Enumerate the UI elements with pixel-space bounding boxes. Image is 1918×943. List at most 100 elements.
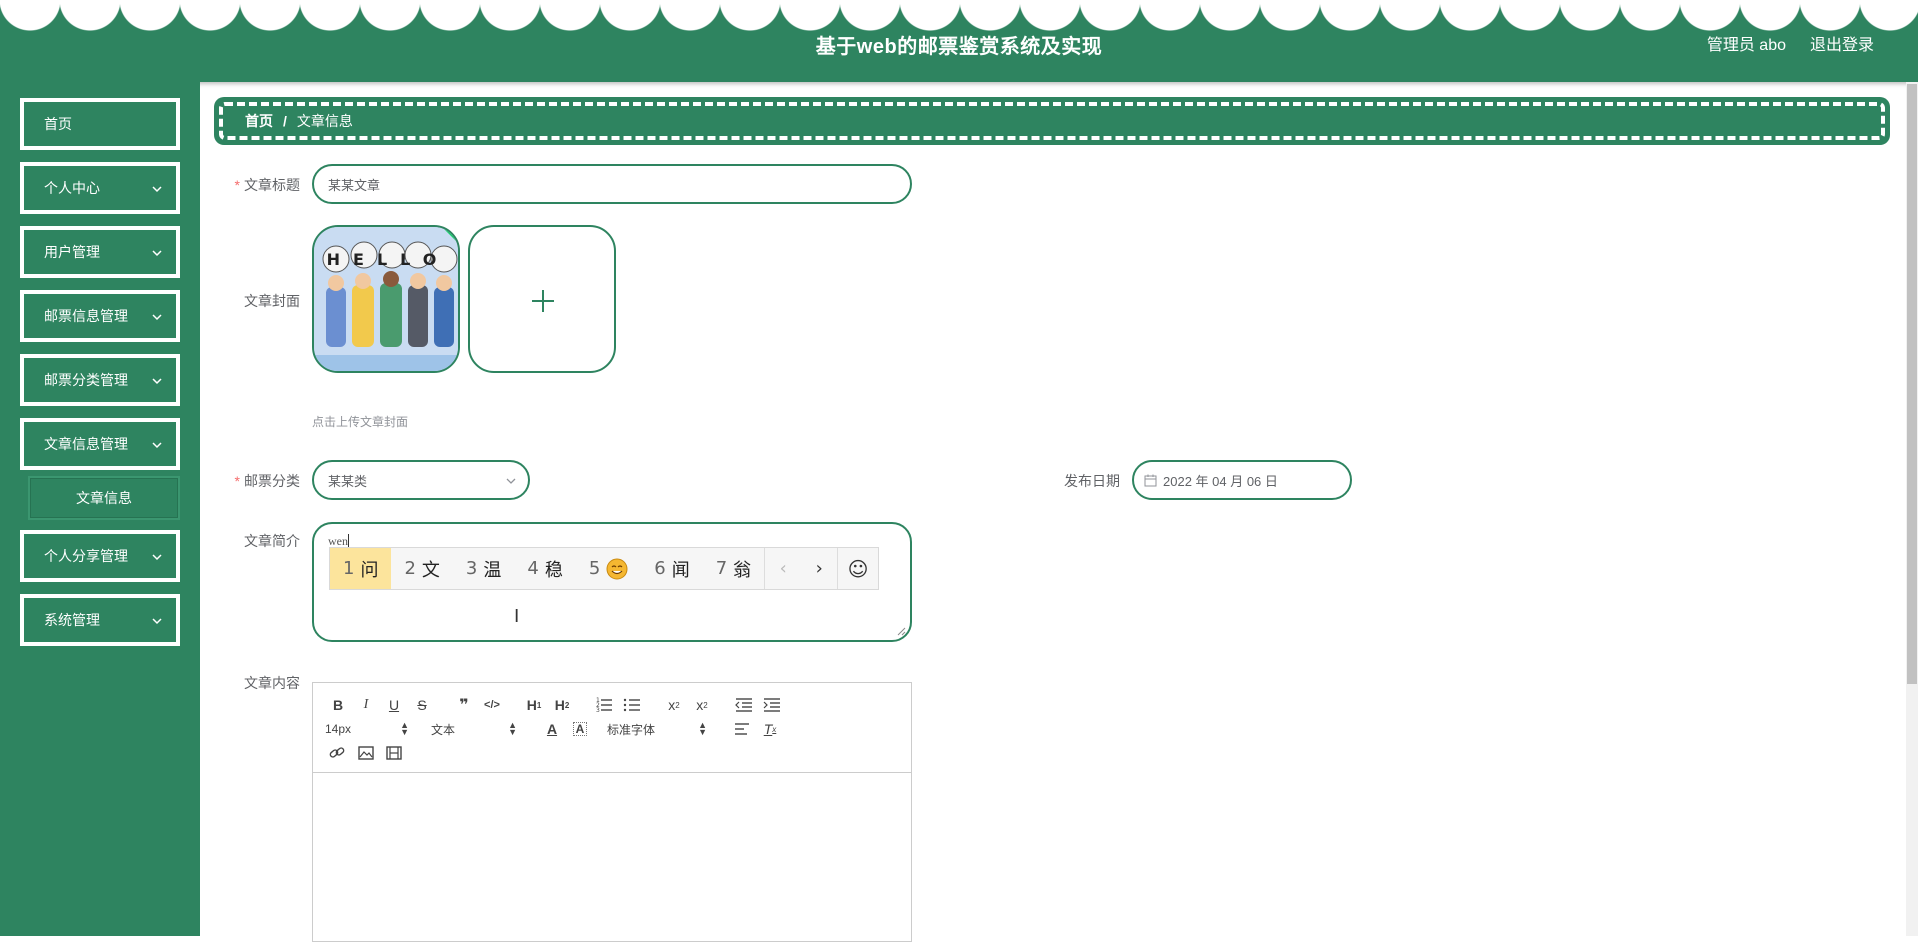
sidebar-item-personal-center[interactable]: 个人中心 [20, 162, 180, 214]
mouse-ibeam-cursor-icon: I [514, 606, 520, 627]
calendar-icon [1144, 474, 1157, 486]
rich-text-editor: B I U S ❞ </> H1 H2 1 2 3 x 2 x 2 14px ▲… [312, 682, 912, 942]
ime-candidate-4[interactable]: 4稳 [514, 548, 575, 589]
ime-candidate-3[interactable]: 3温 [453, 548, 514, 589]
toolbar-row-2: 14px ▲ ▼ 文本 ▲ ▼ A A 标准字体 ▲ ▼ Tx [325, 717, 899, 741]
article-content-label-text: 文章内容 [244, 675, 300, 691]
chevron-down-icon [152, 554, 162, 561]
page-scrollbar-thumb[interactable] [1907, 84, 1917, 684]
superscript-icon[interactable]: x2 [689, 694, 715, 716]
smiling-face-emoji-icon [606, 558, 628, 579]
publish-date-picker[interactable]: 2022 年 04 月 06 日 [1132, 460, 1352, 500]
video-icon[interactable] [381, 742, 407, 764]
ime-candidate-2[interactable]: 2文 [391, 548, 452, 589]
ime-candidate-number: 1 [343, 558, 355, 579]
resize-handle-icon[interactable] [896, 626, 906, 636]
select-arrows-icon: ▲ ▼ [508, 720, 517, 737]
stamp-category-select[interactable]: 某某类 [312, 460, 530, 500]
sidebar-item-stamp-category-management[interactable]: 邮票分类管理 [20, 354, 180, 406]
ime-candidate-text: 稳 [544, 559, 563, 581]
ime-candidate-number: 2 [404, 558, 416, 579]
article-title-value: 某某文章 [328, 177, 381, 193]
sidebar: 首页 个人中心 用户管理 邮票信息管理 邮票分类管理 文章信息管理 文章信息 个… [0, 82, 200, 936]
sidebar-item-system-management[interactable]: 系统管理 [20, 594, 180, 646]
stamp-category-label: * 邮票分类 [180, 471, 300, 491]
ime-candidate-text: 翁 [733, 559, 752, 581]
select-arrows-icon: ▲ ▼ [400, 720, 409, 737]
ime-candidate-bar: 1问 2文 3温 4稳 5 6闻 7翁 ‹ › ☺ [329, 547, 879, 590]
sidebar-subitem-article-info[interactable]: 文章信息 [28, 476, 180, 520]
ime-prev-page-icon[interactable]: ‹ [765, 558, 801, 579]
ime-candidate-6[interactable]: 6闻 [641, 548, 702, 589]
stamp-category-value: 某某类 [328, 473, 368, 489]
subscript-icon[interactable]: x2 [661, 694, 687, 716]
ime-candidate-7[interactable]: 7翁 [703, 548, 764, 589]
outdent-icon[interactable] [731, 694, 757, 716]
indent-icon[interactable] [759, 694, 785, 716]
align-left-icon[interactable] [729, 718, 755, 740]
site-title: 基于web的邮票鉴赏系统及实现 [815, 36, 1103, 58]
font-color-icon[interactable]: A [539, 718, 565, 740]
ime-candidate-number: 6 [654, 558, 666, 579]
ime-candidate-1[interactable]: 1问 [330, 548, 392, 589]
italic-icon[interactable]: I [353, 694, 379, 716]
article-summary-value: wen [328, 534, 348, 548]
sidebar-item-label: 个人中心 [44, 180, 100, 196]
scallop-decoration [0, 0, 1918, 34]
stamp-category-label-text: 邮票分类 [244, 473, 300, 489]
sidebar-item-label: 个人分享管理 [44, 548, 128, 564]
editor-content-area[interactable] [313, 773, 911, 943]
sidebar-item-user-management[interactable]: 用户管理 [20, 226, 180, 278]
ime-candidate-text: 闻 [671, 559, 690, 581]
breadcrumb-home-link[interactable]: 首页 [245, 111, 273, 131]
block-type-select[interactable]: 文本 ▲ ▼ [431, 718, 523, 740]
header-2-icon[interactable]: H2 [549, 694, 575, 716]
clear-format-icon[interactable]: Tx [757, 718, 783, 740]
background-color-icon[interactable]: A [573, 722, 587, 736]
logout-button[interactable]: 退出登录 [1810, 31, 1874, 55]
svg-text:3: 3 [596, 707, 600, 714]
cover-image-text: HELLO [327, 250, 450, 269]
sidebar-item-stamp-info-management[interactable]: 邮票信息管理 [20, 290, 180, 342]
ime-candidate-text: 问 [360, 559, 379, 581]
sidebar-item-personal-share-management[interactable]: 个人分享管理 [20, 530, 180, 582]
font-size-select[interactable]: 14px ▲ ▼ [325, 718, 415, 740]
cover-thumbnail[interactable]: HELLO [312, 225, 460, 373]
breadcrumb-current: 文章信息 [296, 113, 353, 129]
strikethrough-icon[interactable]: S [409, 694, 435, 716]
sidebar-item-article-management[interactable]: 文章信息管理 [20, 418, 180, 470]
image-icon[interactable] [353, 742, 379, 764]
publish-date-label-text: 发布日期 [1064, 473, 1120, 489]
sidebar-item-home[interactable]: 首页 [20, 98, 180, 150]
ordered-list-icon[interactable]: 1 2 3 [591, 694, 617, 716]
select-arrows-icon: ▲ ▼ [698, 720, 707, 737]
blockquote-icon[interactable]: ❞ [451, 694, 477, 716]
header-1-icon[interactable]: H1 [521, 694, 547, 716]
bullet-list-icon[interactable] [619, 694, 645, 716]
block-type-value: 文本 [431, 722, 456, 737]
article-title-label-text: 文章标题 [244, 177, 300, 193]
bold-icon[interactable]: B [325, 694, 351, 716]
link-icon[interactable] [325, 742, 351, 764]
article-summary-label: 文章简介 [180, 531, 300, 551]
sidebar-item-label: 用户管理 [44, 244, 100, 260]
sidebar-item-label: 邮票分类管理 [44, 372, 128, 388]
chevron-down-icon [506, 478, 516, 484]
article-cover-label-text: 文章封面 [244, 293, 300, 309]
admin-user-label: 管理员 abo [1706, 37, 1786, 54]
cover-upload-button[interactable] [468, 225, 616, 373]
font-family-select[interactable]: 标准字体 ▲ ▼ [607, 718, 713, 740]
article-title-input[interactable]: 某某文章 [312, 164, 912, 204]
ime-candidate-number: 3 [465, 558, 478, 579]
chevron-up-icon [152, 442, 162, 449]
publish-date-label: 发布日期 [1000, 471, 1120, 491]
chevron-down-icon [152, 378, 162, 385]
ime-next-page-icon[interactable]: › [801, 558, 837, 579]
ime-emoji-icon[interactable]: ☺ [837, 548, 878, 589]
code-block-icon[interactable]: </> [479, 694, 505, 716]
underline-icon[interactable]: U [381, 694, 407, 716]
ime-candidate-5[interactable]: 5 [576, 548, 641, 589]
font-family-value: 标准字体 [607, 722, 656, 737]
sidebar-item-label: 首页 [44, 116, 72, 132]
ime-candidate-text: 温 [483, 559, 502, 581]
